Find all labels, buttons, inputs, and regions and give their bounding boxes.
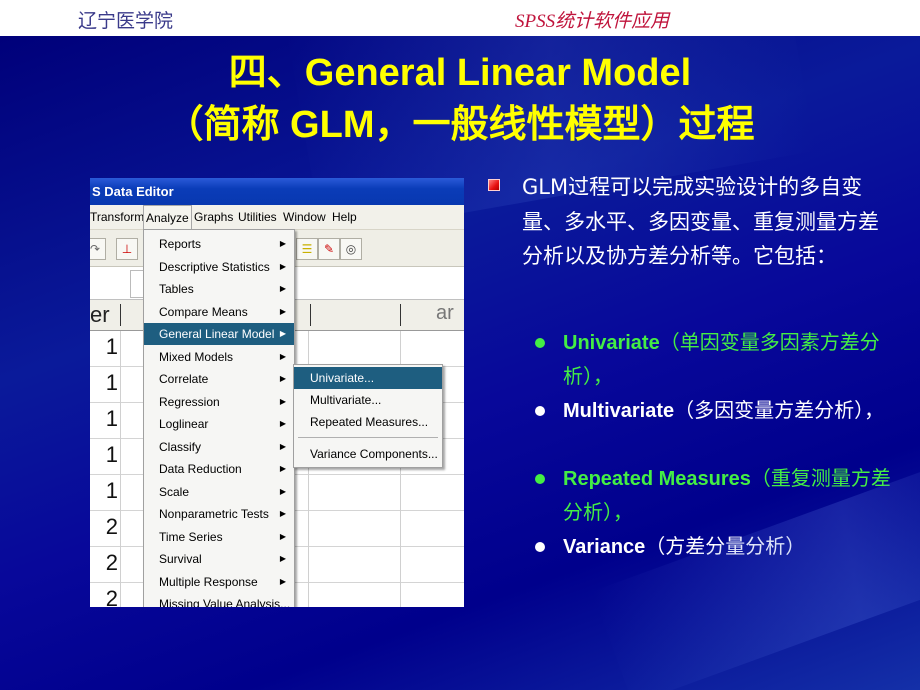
submenu-arrow-icon: ▶ [279, 531, 286, 541]
grid-divider [120, 331, 121, 607]
column-divider [120, 304, 121, 326]
submenu-arrow-icon: ▶ [279, 486, 286, 496]
cell-value[interactable]: 1 [90, 334, 118, 360]
menu-item-loglinear[interactable]: Loglinear ▶ [144, 413, 294, 435]
split-file-icon[interactable]: ☰ [296, 238, 318, 260]
institution-name: 辽宁医学院 [78, 10, 174, 32]
round-bullet-icon [535, 542, 545, 552]
menu-item-compare-means[interactable]: Compare Means ▶ [144, 301, 294, 323]
menu-item-classify[interactable]: Classify ▶ [144, 436, 294, 458]
menu-item-data-reduction[interactable]: Data Reduction ▶ [144, 458, 294, 480]
menu-item-nonparametric-tests[interactable]: Nonparametric Tests ▶ [144, 503, 294, 525]
header-bar: 辽宁医学院 SPSS统计软件应用 [0, 0, 920, 34]
submenu-arrow-icon: ▶ [279, 509, 286, 518]
menu-window[interactable]: Window [283, 205, 326, 229]
submenu-arrow-icon: ▶ [279, 374, 286, 383]
column-divider [400, 304, 401, 326]
cell-value[interactable]: 2 [90, 550, 118, 576]
item-name: Multivariate [563, 400, 675, 422]
submenu-arrow-icon: ▶ [279, 261, 286, 271]
item-description: （多因变量方差分析）， [674, 398, 885, 422]
menu-item-correlate[interactable]: Correlate ▶ [144, 368, 294, 390]
menu-item-scale[interactable]: Scale ▶ [144, 481, 294, 503]
item-name: Variance [563, 536, 646, 558]
menu-utilities[interactable]: Utilities [238, 205, 277, 229]
submenu-arrow-icon: ▶ [279, 329, 286, 338]
submenu-arrow-icon: ▶ [279, 396, 286, 406]
column-header-left[interactable]: er [90, 302, 110, 328]
submenu-item-multivariate[interactable]: Multivariate... [294, 389, 442, 411]
spss-screenshot: S Data Editor Transform Analyze Graphs U… [90, 178, 464, 607]
submenu-item-variance-components[interactable]: Variance Components... [294, 443, 442, 465]
submenu-arrow-icon: ▶ [279, 284, 286, 293]
spss-menubar: Transform Analyze Graphs Utilities Windo… [90, 205, 464, 230]
item-name: Repeated Measures [563, 468, 751, 490]
menu-item-mixed-models[interactable]: Mixed Models ▶ [144, 346, 294, 368]
square-bullet-icon [488, 179, 500, 191]
use-sets-icon[interactable]: ◎ [340, 238, 362, 260]
menu-item-tables[interactable]: Tables ▶ [144, 278, 294, 300]
submenu-arrow-icon: ▶ [279, 441, 286, 451]
cell-value[interactable]: 1 [90, 478, 118, 504]
menu-help[interactable]: Help [332, 205, 357, 229]
column-divider [310, 304, 311, 326]
item-description: （方差分量分析） [645, 534, 806, 558]
menu-item-time-series[interactable]: Time Series ▶ [144, 526, 294, 548]
submenu-arrow-icon: ▶ [279, 239, 286, 248]
menu-item-regression[interactable]: Regression ▶ [144, 391, 294, 413]
submenu-arrow-icon: ▶ [279, 554, 286, 563]
cell-value[interactable]: 2 [90, 514, 118, 540]
cell-value[interactable]: 1 [90, 370, 118, 396]
course-name: SPSS统计软件应用 [515, 11, 670, 32]
menu-graphs[interactable]: Graphs [194, 205, 233, 229]
menu-item-general-linear-model[interactable]: General Linear Model ▶ [144, 323, 294, 345]
round-bullet-icon [535, 338, 545, 348]
submenu-arrow-icon: ▶ [279, 306, 286, 316]
menu-analyze[interactable]: Analyze [143, 205, 192, 229]
goto-case-icon[interactable]: ⊥ [116, 238, 138, 260]
submenu-item-univariate[interactable]: Univariate... [294, 367, 442, 389]
column-header-right[interactable]: ar [436, 302, 454, 325]
slide-title-line1: 四、General Linear Model [228, 52, 692, 94]
submenu-arrow-icon: ▶ [279, 576, 286, 586]
spss-window-title: S Data Editor [90, 178, 464, 205]
menu-item-survival[interactable]: Survival ▶ [144, 548, 294, 570]
submenu-item-repeated-measures[interactable]: Repeated Measures... [294, 411, 442, 433]
item-name: Univariate [563, 332, 660, 354]
redo-icon[interactable]: ↷ [90, 238, 106, 260]
glm-submenu: Univariate... Multivariate... Repeated M… [293, 364, 443, 468]
analyze-menu: Reports ▶ Descriptive Statistics ▶ Tables ▶… [143, 229, 295, 607]
intro-paragraph: GLM过程可以完成实验设计的多自变量、多水平、多因变量、重复测量方差分析以及协方… [522, 175, 879, 268]
submenu-arrow-icon: ▶ [279, 464, 286, 473]
round-bullet-icon [535, 406, 545, 416]
round-bullet-icon [535, 474, 545, 484]
menu-item-multiple-response[interactable]: Multiple Response ▶ [144, 571, 294, 593]
cell-value[interactable]: 1 [90, 442, 118, 468]
menu-item-descriptive-statistics[interactable]: Descriptive Statistics ▶ [144, 256, 294, 278]
menu-item-reports[interactable]: Reports ▶ [144, 233, 294, 255]
slide-title-line2: （简称 GLM，一般线性模型）过程 [165, 104, 755, 146]
submenu-arrow-icon: ▶ [279, 419, 286, 428]
cell-value[interactable]: 2 [90, 586, 118, 607]
menu-separator [298, 437, 438, 438]
menu-item-missing-value-analysis[interactable]: Missing Value Analysis... [144, 593, 294, 607]
slide-body: 四、General Linear Model （简称 GLM，一般线性模型）过程… [0, 36, 920, 690]
submenu-arrow-icon: ▶ [279, 351, 286, 361]
value-labels-icon[interactable]: ✎ [318, 238, 340, 260]
menu-transform[interactable]: Transform [90, 205, 144, 229]
cell-value[interactable]: 1 [90, 406, 118, 432]
